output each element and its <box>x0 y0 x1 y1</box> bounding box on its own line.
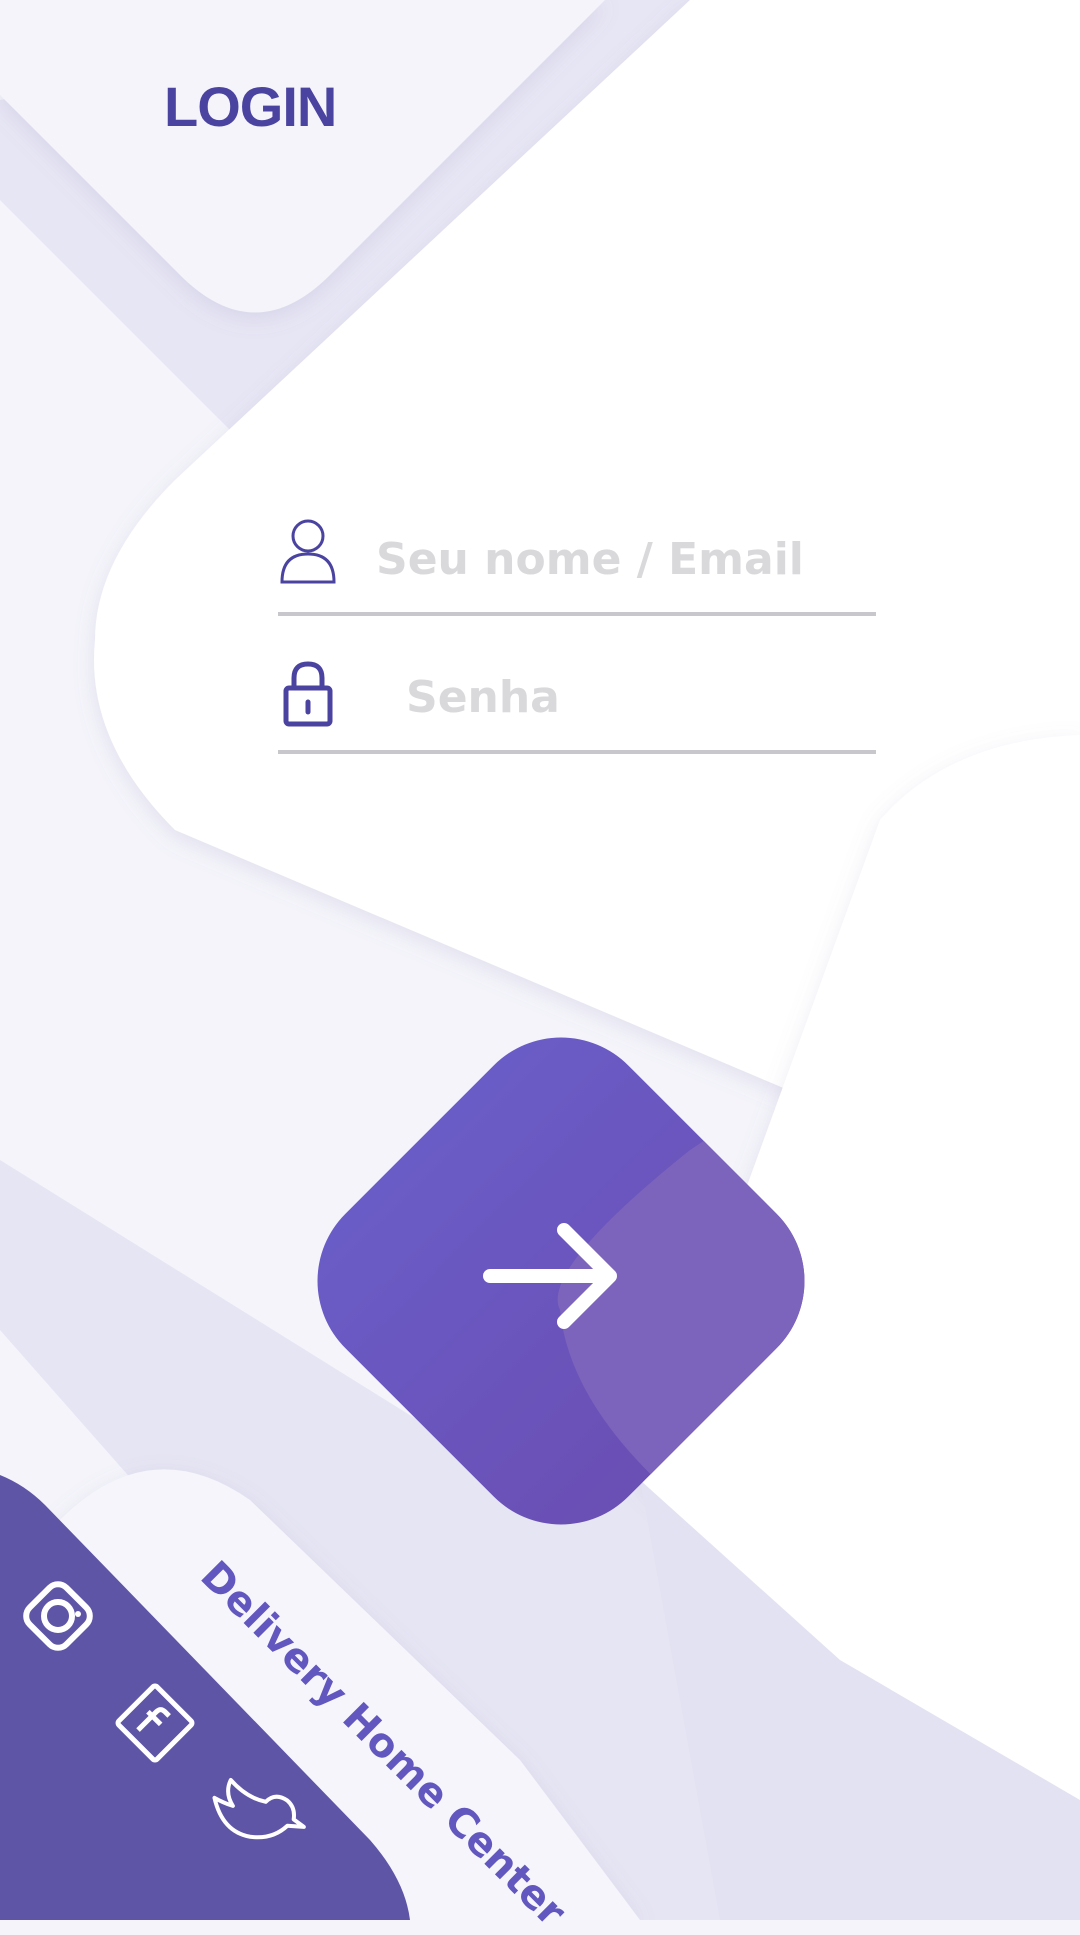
username-input[interactable] <box>374 526 878 592</box>
background-shapes <box>0 0 1080 1920</box>
login-submit-button[interactable] <box>270 990 852 1572</box>
password-field <box>278 650 878 754</box>
password-input[interactable] <box>404 664 878 730</box>
twitter-icon[interactable] <box>200 1772 314 1866</box>
username-field <box>278 512 878 616</box>
instagram-icon[interactable] <box>14 1572 102 1660</box>
user-icon <box>278 514 338 586</box>
facebook-icon[interactable] <box>108 1676 202 1770</box>
background <box>0 0 1080 1920</box>
page-title: LOGIN <box>164 75 337 138</box>
lock-icon <box>278 656 338 728</box>
